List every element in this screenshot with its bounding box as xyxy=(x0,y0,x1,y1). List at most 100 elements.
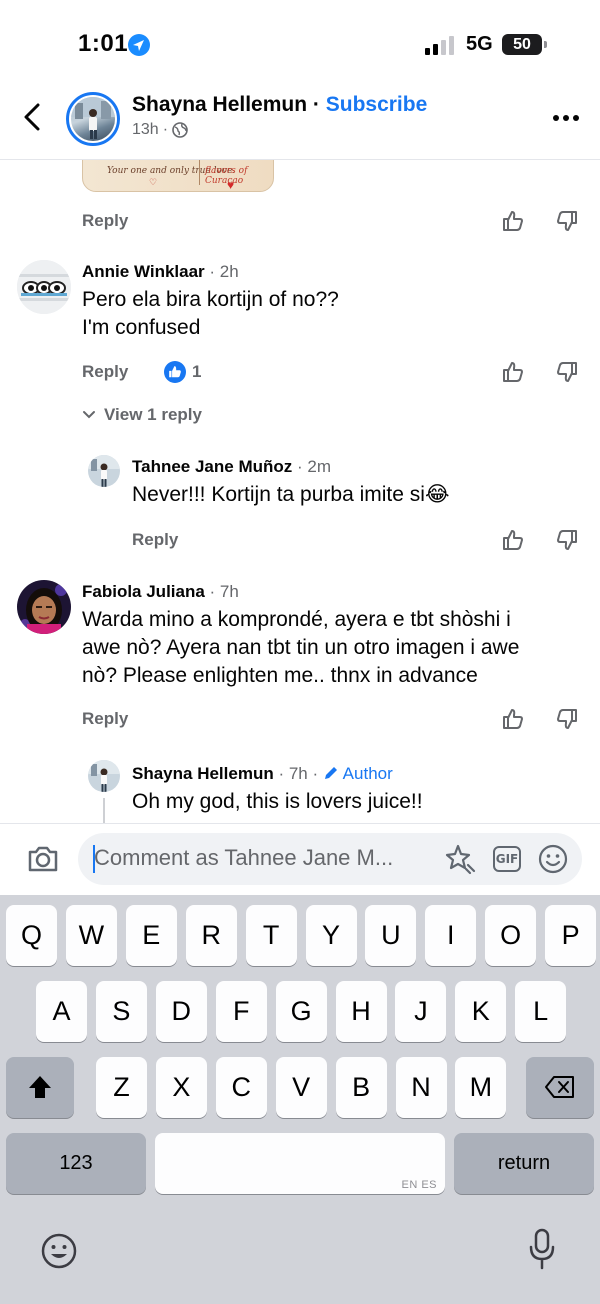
post-header: Shayna Hellemun · Subscribe 13h · xyxy=(0,88,600,160)
gif-icon[interactable]: GIF xyxy=(493,846,521,872)
microphone-icon[interactable] xyxy=(528,1228,556,1270)
backspace-key[interactable] xyxy=(526,1057,594,1118)
post-time: 13h xyxy=(132,121,159,138)
key-b[interactable]: B xyxy=(335,1057,387,1118)
thumbs-down-icon[interactable] xyxy=(555,528,579,552)
back-chevron-icon[interactable] xyxy=(20,102,46,132)
like-count: 1 xyxy=(192,362,202,381)
status-bar: 1:01 5G 50 xyxy=(0,0,600,88)
subscribe-link[interactable]: Subscribe xyxy=(326,93,428,116)
sticker-text-right: flavors of Curaçao xyxy=(205,166,248,186)
key-j[interactable]: J xyxy=(395,981,447,1042)
thumbs-down-icon[interactable] xyxy=(555,360,579,384)
key-m[interactable]: M xyxy=(455,1057,507,1118)
view-replies-toggle[interactable]: View 1 reply xyxy=(82,405,202,425)
comment-time: · 7h xyxy=(209,582,239,601)
avatar-sticker-icon[interactable] xyxy=(444,843,476,875)
comments-list[interactable]: Your one and only true love. flavors of … xyxy=(0,160,600,823)
space-key[interactable]: EN ES xyxy=(155,1133,445,1194)
key-y[interactable]: Y xyxy=(305,905,357,966)
pencil-icon xyxy=(324,767,337,779)
battery-icon: 50 xyxy=(502,34,547,55)
comment-author[interactable]: Tahnee Jane Muñoz xyxy=(132,457,292,476)
space-language-label: EN ES xyxy=(401,1179,437,1191)
key-t[interactable]: T xyxy=(245,905,297,966)
comment-author-line: Tahnee Jane Muñoz · 2m xyxy=(132,457,331,477)
comment-text: Pero ela bira kortijn of no?? I'm confus… xyxy=(82,288,339,339)
clock: 1:01 xyxy=(78,30,129,57)
thumbs-up-icon[interactable] xyxy=(501,209,525,233)
comment-author[interactable]: Annie Winklaar xyxy=(82,262,205,281)
comment-text: Warda mino a komprondé, ayera e tbt shòs… xyxy=(82,608,520,687)
key-g[interactable]: G xyxy=(275,981,327,1042)
key-e[interactable]: E xyxy=(125,905,177,966)
key-a[interactable]: A xyxy=(36,981,87,1042)
more-options-icon[interactable] xyxy=(552,114,580,122)
emoji-keyboard-icon[interactable] xyxy=(40,1232,78,1270)
post-meta: 13h · xyxy=(132,121,188,139)
reply-button[interactable]: Reply xyxy=(132,530,178,550)
thread-line xyxy=(103,798,105,823)
comment-text: Oh my god, this is lovers juice!! xyxy=(132,790,423,813)
comment-author[interactable]: Fabiola Juliana xyxy=(82,582,205,601)
network-type: 5G xyxy=(466,33,493,55)
reply-button[interactable]: Reply xyxy=(82,709,128,729)
thumbs-down-icon[interactable] xyxy=(555,707,579,731)
text-caret xyxy=(93,845,95,873)
comment-time: · 7h · xyxy=(278,764,319,783)
return-key[interactable]: return xyxy=(454,1133,594,1194)
commenter-avatar[interactable] xyxy=(17,260,71,314)
key-r[interactable]: R xyxy=(185,905,237,966)
commenter-avatar[interactable] xyxy=(88,760,120,792)
key-z[interactable]: Z xyxy=(96,1057,147,1118)
comment-author[interactable]: Shayna Hellemun xyxy=(132,764,274,783)
comment-author-line: Fabiola Juliana · 7h xyxy=(82,582,239,602)
comment-sticker-image[interactable]: Your one and only true love. flavors of … xyxy=(82,160,274,192)
comment-time: · 2m xyxy=(297,457,331,476)
chevron-down-icon xyxy=(83,411,95,419)
key-l[interactable]: L xyxy=(515,981,567,1042)
key-s[interactable]: S xyxy=(95,981,147,1042)
reply-button[interactable]: Reply xyxy=(82,211,128,231)
numbers-key[interactable]: 123 xyxy=(6,1133,146,1194)
comment-composer: Comment as Tahnee Jane M... GIF xyxy=(0,823,600,895)
comment-author-line: Shayna Hellemun · 7h · Author xyxy=(132,764,393,784)
thumbs-up-icon[interactable] xyxy=(501,707,525,731)
key-n[interactable]: N xyxy=(395,1057,447,1118)
key-k[interactable]: K xyxy=(455,981,507,1042)
key-d[interactable]: D xyxy=(155,981,207,1042)
key-c[interactable]: C xyxy=(215,1057,267,1118)
commenter-avatar[interactable] xyxy=(88,455,120,487)
comment-author-line: Annie Winklaar · 2h xyxy=(82,262,239,282)
key-v[interactable]: V xyxy=(275,1057,327,1118)
ios-keyboard: 123 EN ES return QWERTYUIOP ASDFGHJKL ZXCV… xyxy=(0,895,600,1304)
battery-percent: 50 xyxy=(513,36,531,53)
thumbs-up-icon[interactable] xyxy=(501,528,525,552)
location-arrow-icon xyxy=(128,34,150,56)
comment-time: · 2h xyxy=(209,262,239,281)
cellular-signal-icon xyxy=(425,36,454,55)
key-w[interactable]: W xyxy=(65,905,117,966)
reply-button[interactable]: Reply xyxy=(82,362,128,382)
shift-key[interactable] xyxy=(6,1057,74,1118)
thumbs-up-icon[interactable] xyxy=(501,360,525,384)
backspace-icon xyxy=(545,1076,574,1098)
comment-input[interactable]: Comment as Tahnee Jane M... GIF xyxy=(78,833,582,885)
post-author-name[interactable]: Shayna Hellemun xyxy=(132,93,307,116)
reaction-count[interactable]: 1 xyxy=(164,361,201,383)
emoji-icon[interactable] xyxy=(537,843,569,875)
camera-icon[interactable] xyxy=(27,845,59,873)
key-q[interactable]: Q xyxy=(6,905,57,966)
commenter-avatar[interactable] xyxy=(17,580,71,634)
key-f[interactable]: F xyxy=(215,981,267,1042)
key-p[interactable]: P xyxy=(545,905,597,966)
key-i[interactable]: I xyxy=(425,905,477,966)
key-h[interactable]: H xyxy=(335,981,387,1042)
key-o[interactable]: O xyxy=(485,905,537,966)
post-author-line: Shayna Hellemun · Subscribe xyxy=(132,93,428,116)
thumbs-down-icon[interactable] xyxy=(555,209,579,233)
key-u[interactable]: U xyxy=(365,905,417,966)
globe-icon xyxy=(172,122,188,138)
author-avatar[interactable] xyxy=(66,92,120,146)
key-x[interactable]: X xyxy=(155,1057,207,1118)
